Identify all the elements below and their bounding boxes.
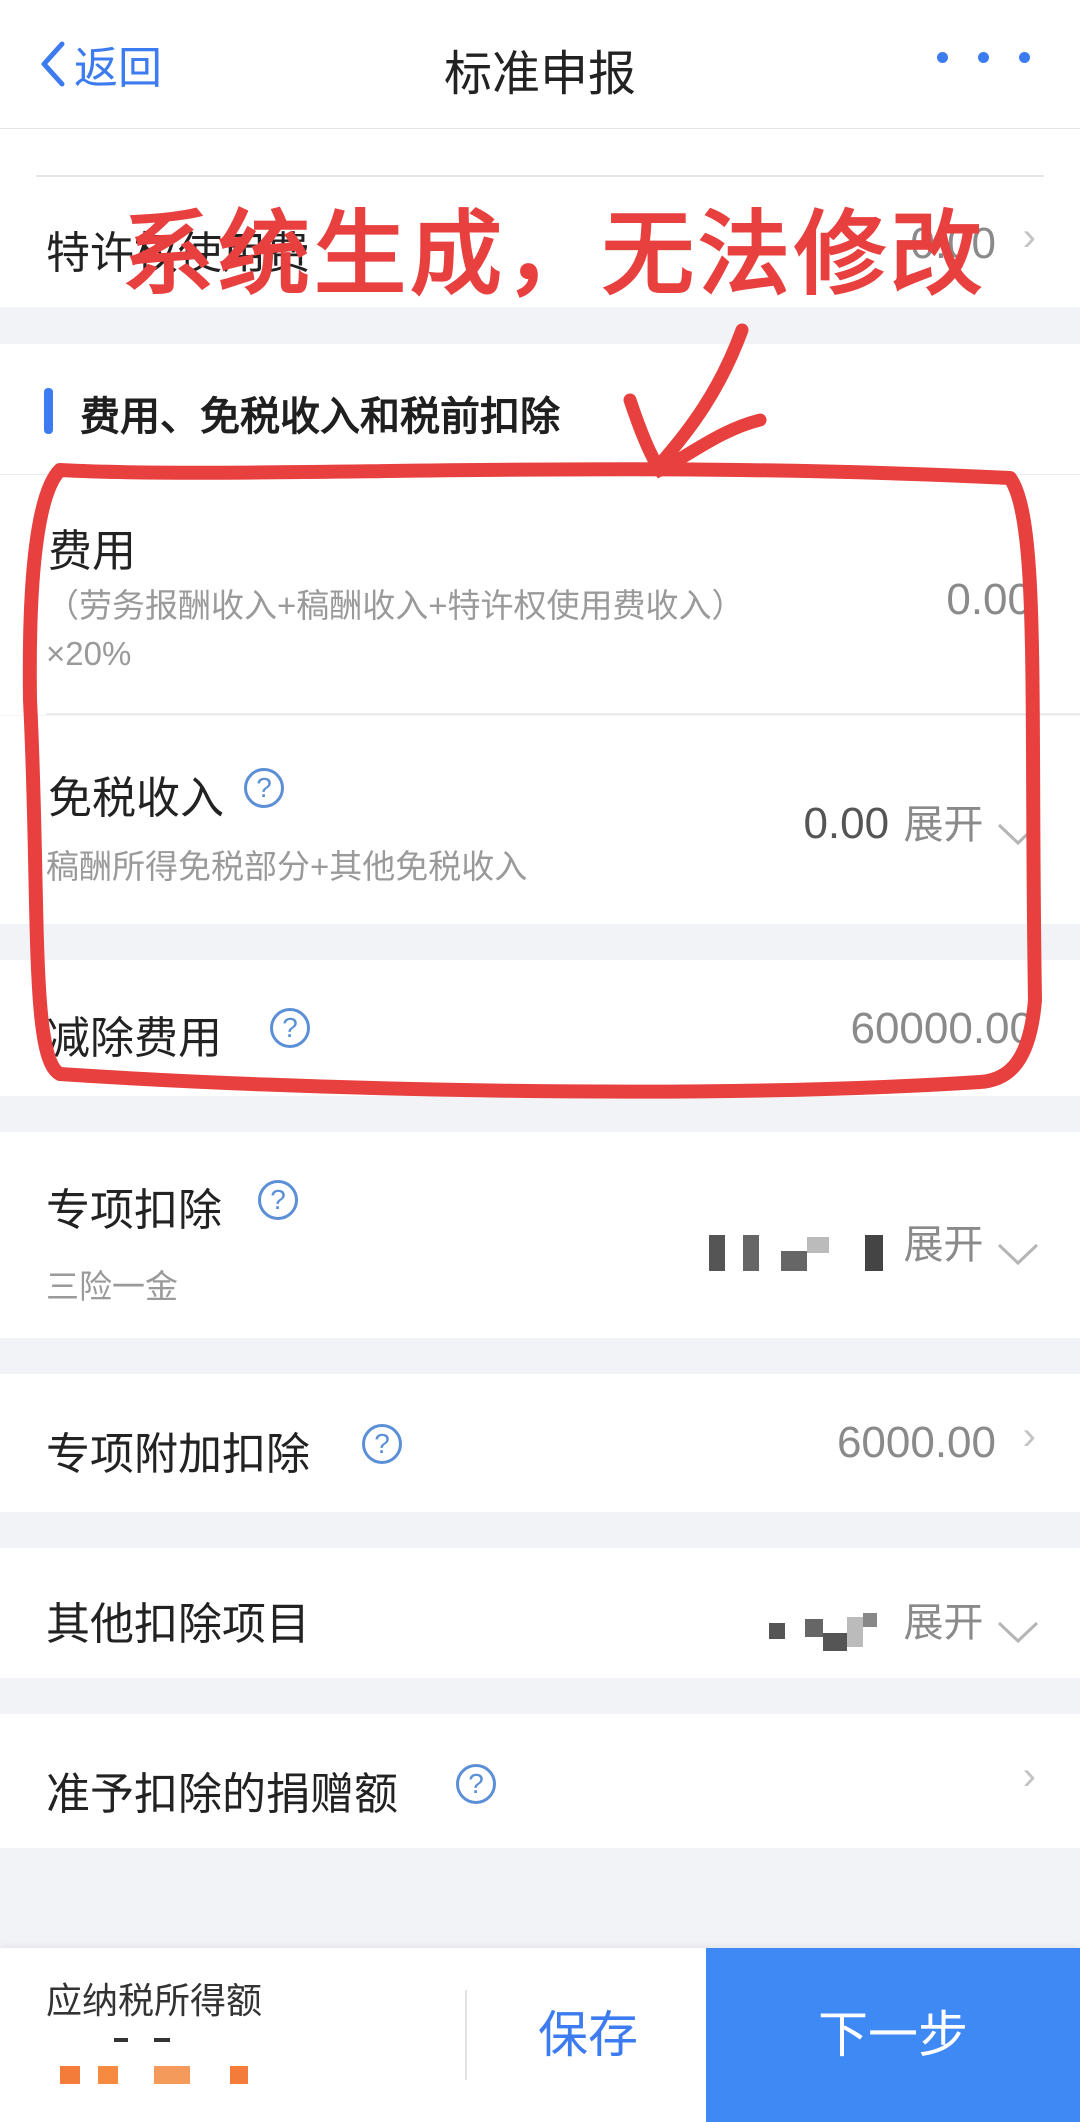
redacted-taxable-value [60, 2038, 248, 2084]
next-step-button[interactable]: 下一步 [706, 1948, 1080, 2122]
special-deduction-label: 专项扣除 [46, 1186, 222, 1235]
help-icon[interactable]: ? [456, 1764, 496, 1804]
special-deduction-expand[interactable]: 展开 [904, 1223, 984, 1267]
redacted-value [769, 1612, 878, 1651]
annotation-text: 系统生成，无法修改 [122, 201, 987, 308]
save-button[interactable]: 保存 [470, 1948, 706, 2122]
special-deduction-sub: 三险一金 [46, 1268, 178, 1305]
special-additional-label: 专项附加扣除 [46, 1430, 310, 1479]
donation-label: 准予扣除的捐赠额 [46, 1770, 398, 1819]
special-deduction-value-group[interactable]: 展开 [709, 1212, 1040, 1277]
annotation-overlay [22, 323, 1042, 1099]
help-icon[interactable]: ? [362, 1424, 402, 1464]
chevron-down-icon [997, 1243, 1039, 1265]
special-additional-value: 6000.00 [836, 1418, 996, 1467]
special-deduction-row[interactable]: 专项扣除 ? 三险一金 展开 [0, 1132, 1080, 1338]
chevron-right-icon: › [1022, 1414, 1036, 1458]
other-deductions-label: 其他扣除项目 [46, 1600, 310, 1649]
help-icon[interactable]: ? [258, 1180, 298, 1220]
other-deductions-expand[interactable]: 展开 [904, 1601, 984, 1645]
donation-row[interactable]: 准予扣除的捐赠额 ? › [0, 1714, 1080, 1848]
chevron-right-icon: › [1022, 1754, 1036, 1798]
redacted-value [709, 1234, 884, 1271]
taxable-income-label: 应纳税所得额 [46, 1980, 263, 2021]
chevron-down-icon [997, 1621, 1039, 1643]
bottom-bar: 应纳税所得额 保存 下一步 [0, 1948, 1080, 2122]
other-deductions-value-group[interactable]: 展开 [769, 1590, 1040, 1655]
divider [465, 1990, 467, 2080]
other-deductions-row[interactable]: 其他扣除项目 展开 [0, 1548, 1080, 1678]
special-additional-row[interactable]: 专项附加扣除 ? 6000.00 › [0, 1374, 1080, 1512]
